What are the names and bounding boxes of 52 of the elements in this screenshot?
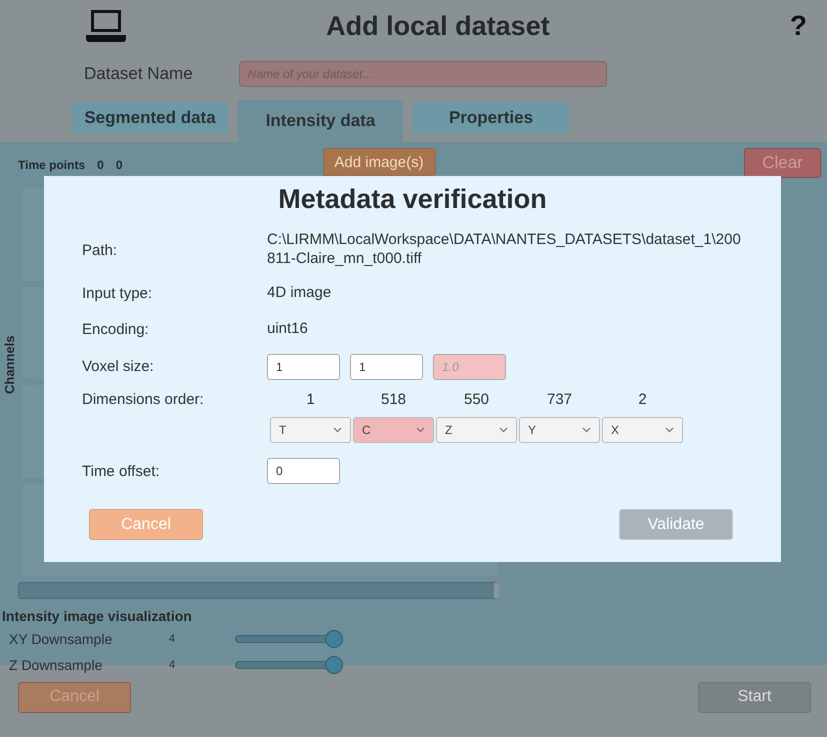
slider-track[interactable] xyxy=(235,630,343,648)
chevron-down-icon xyxy=(582,427,591,433)
channels-label: Channels xyxy=(2,335,17,394)
chevron-down-icon xyxy=(665,427,674,433)
chevron-down-icon xyxy=(499,427,508,433)
input-type-value: 4D image xyxy=(267,284,332,302)
dialog-title: Metadata verification xyxy=(278,184,547,215)
dimension-select[interactable]: X xyxy=(602,417,683,443)
dimension-select[interactable]: C xyxy=(353,417,434,443)
tab[interactable]: Segmented data xyxy=(72,102,228,134)
dimension-size: 737 xyxy=(546,391,574,408)
time-offset-label: Time offset: xyxy=(82,462,161,480)
laptop-icon xyxy=(86,8,126,44)
chevron-down-icon xyxy=(333,427,342,433)
voxel-size-field[interactable]: 1 xyxy=(267,354,340,380)
scrollbar[interactable] xyxy=(18,582,499,599)
slider-reading: 4 xyxy=(169,659,176,671)
voxel-size-field[interactable]: 1.0 xyxy=(433,354,506,380)
slider-reading: 4 xyxy=(169,633,176,645)
voxel-size-label: Voxel size: xyxy=(82,358,155,375)
tab[interactable]: Intensity data xyxy=(238,100,403,142)
slider-thumb[interactable] xyxy=(325,630,343,648)
add-images-button[interactable]: Add image(s) xyxy=(322,148,436,176)
dataset-name-label: Dataset Name xyxy=(84,64,193,84)
slider-label: XY Downsample xyxy=(9,631,114,647)
visualization-title: Intensity image visualization xyxy=(2,608,193,624)
chevron-down-icon xyxy=(416,427,425,433)
time-offset-field[interactable]: 0 xyxy=(267,458,340,484)
dimension-select[interactable]: T xyxy=(270,417,351,443)
path-value: C:\LIRMM\LocalWorkspace\DATA\NANTES_DATASETS\dataset_1\200811-Claire_mn_t000.tiff xyxy=(267,231,742,269)
voxel-size-field[interactable]: 1 xyxy=(350,354,423,380)
dimension-select[interactable]: Z xyxy=(436,417,517,443)
dimension-size: 550 xyxy=(462,391,490,408)
encoding-value: uint16 xyxy=(267,320,309,339)
dimension-size: 518 xyxy=(380,391,408,408)
dimensions-order-label: Dimensions order: xyxy=(82,391,205,408)
dimension-size: 1 xyxy=(305,391,316,408)
path-label: Path: xyxy=(82,242,118,258)
time-points-to: 0 xyxy=(116,158,122,172)
start-button[interactable]: Start xyxy=(698,682,811,712)
time-points-from: 0 xyxy=(97,158,104,172)
dimension-size: 2 xyxy=(637,391,648,408)
slider-label: Z Downsample xyxy=(9,657,104,673)
page-title: Add local dataset xyxy=(325,10,551,42)
slider-thumb[interactable] xyxy=(325,656,343,674)
time-points-label: Time points xyxy=(18,158,86,172)
encoding-label: Encoding: xyxy=(82,321,150,338)
dimension-select[interactable]: Y xyxy=(519,417,600,443)
help-button[interactable]: ? xyxy=(790,10,807,42)
input-type-label: Input type: xyxy=(82,284,154,302)
tab[interactable]: Properties xyxy=(413,102,569,134)
slider-track[interactable] xyxy=(235,656,343,674)
